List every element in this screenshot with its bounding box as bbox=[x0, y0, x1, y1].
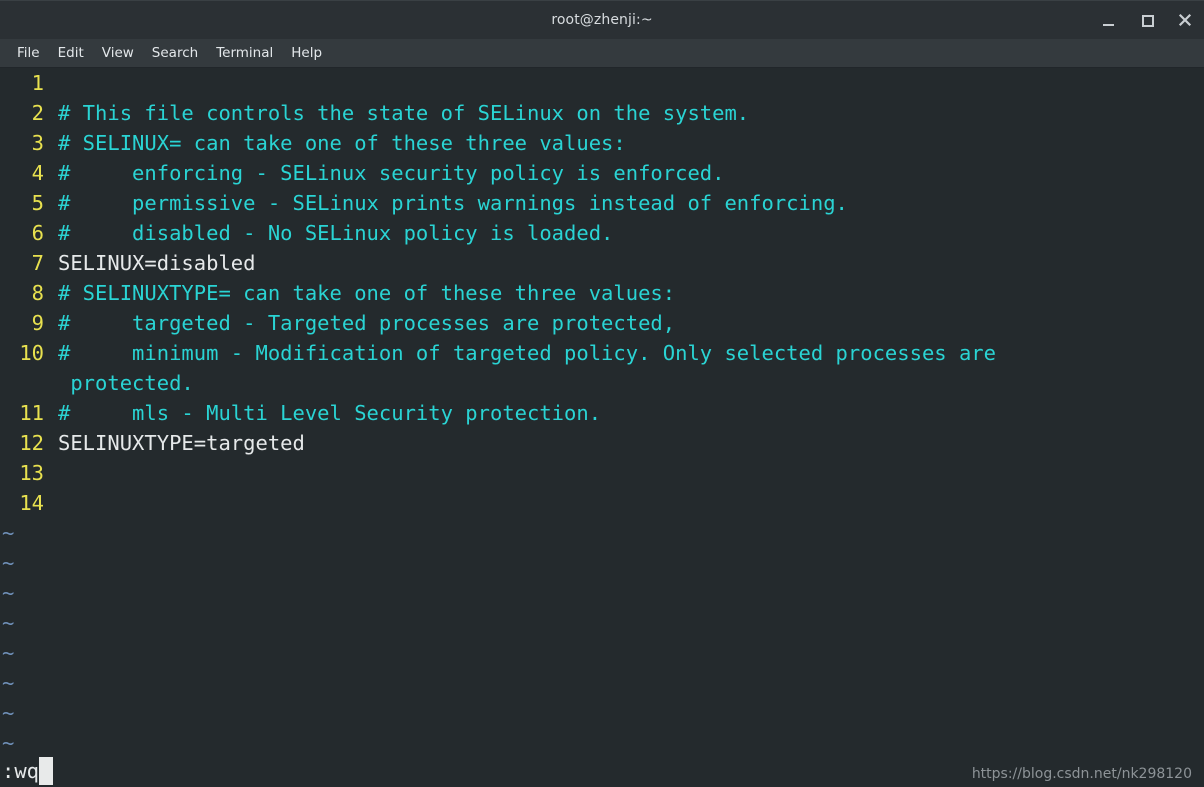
line-number: 7 bbox=[31, 251, 44, 275]
tilde-icon: ~ bbox=[2, 581, 15, 605]
line-number: 8 bbox=[31, 281, 44, 305]
title-bar[interactable]: root@zhenji:~ bbox=[0, 0, 1204, 39]
menu-item-file[interactable]: File bbox=[8, 42, 49, 64]
line-text: # disabled - No SELinux policy is loaded… bbox=[58, 221, 614, 245]
line-number: 14 bbox=[19, 491, 44, 515]
empty-line-marker: ~ bbox=[0, 728, 1204, 755]
window-title: root@zhenji:~ bbox=[551, 12, 653, 28]
line-text: # permissive - SELinux prints warnings i… bbox=[58, 191, 848, 215]
line-number: 9 bbox=[31, 311, 44, 335]
editor-line[interactable]: protected. bbox=[0, 368, 1204, 398]
editor-line[interactable]: 3 # SELINUX= can take one of these three … bbox=[0, 128, 1204, 158]
vim-command-text: :wq bbox=[2, 759, 40, 783]
empty-line-marker: ~ bbox=[0, 698, 1204, 728]
editor-line[interactable]: 10 # minimum - Modification of targeted p… bbox=[0, 338, 1204, 368]
editor-line[interactable]: 1 bbox=[0, 68, 1204, 98]
menu-item-search[interactable]: Search bbox=[143, 42, 207, 64]
empty-line-marker: ~ bbox=[0, 638, 1204, 668]
line-text: SELINUXTYPE=targeted bbox=[58, 431, 305, 455]
menu-item-edit[interactable]: Edit bbox=[49, 42, 93, 64]
line-number: 11 bbox=[19, 401, 44, 425]
empty-line-marker: ~ bbox=[0, 668, 1204, 698]
editor-line[interactable]: 12 SELINUXTYPE=targeted bbox=[0, 428, 1204, 458]
tilde-icon: ~ bbox=[2, 521, 15, 545]
line-number: 5 bbox=[31, 191, 44, 215]
line-text: # SELINUXTYPE= can take one of these thr… bbox=[58, 281, 676, 305]
tilde-icon: ~ bbox=[2, 641, 15, 665]
tilde-icon: ~ bbox=[2, 701, 15, 725]
vim-status-line: :wq https://blog.csdn.net/nk298120 bbox=[0, 755, 1204, 787]
line-text: # This file controls the state of SELinu… bbox=[58, 101, 750, 125]
watermark-text: https://blog.csdn.net/nk298120 bbox=[971, 766, 1192, 782]
line-text: # minimum - Modification of targeted pol… bbox=[58, 341, 996, 365]
editor-line[interactable]: 4 # enforcing - SELinux security policy i… bbox=[0, 158, 1204, 188]
text-cursor bbox=[39, 757, 54, 785]
empty-line-marker: ~ bbox=[0, 578, 1204, 608]
editor-line[interactable]: 9 # targeted - Targeted processes are pro… bbox=[0, 308, 1204, 338]
editor-line[interactable]: 13 bbox=[0, 458, 1204, 488]
tilde-icon: ~ bbox=[2, 671, 15, 695]
menu-item-terminal[interactable]: Terminal bbox=[207, 42, 282, 64]
menu-item-view[interactable]: View bbox=[93, 42, 143, 64]
maximize-icon[interactable] bbox=[1138, 11, 1156, 29]
line-text: # mls - Multi Level Security protection. bbox=[58, 401, 602, 425]
line-number: 3 bbox=[31, 131, 44, 155]
menu-item-help[interactable]: Help bbox=[282, 42, 331, 64]
editor-line[interactable]: 8 # SELINUXTYPE= can take one of these th… bbox=[0, 278, 1204, 308]
editor-line[interactable]: 14 bbox=[0, 488, 1204, 518]
tilde-icon: ~ bbox=[2, 611, 15, 635]
menu-bar: File Edit View Search Terminal Help bbox=[0, 39, 1204, 68]
empty-line-marker: ~ bbox=[0, 548, 1204, 578]
tilde-icon: ~ bbox=[2, 731, 15, 755]
line-number: 13 bbox=[19, 461, 44, 485]
line-text: # targeted - Targeted processes are prot… bbox=[58, 311, 676, 335]
terminal-screen[interactable]: 1 2 # This file controls the state of SELi… bbox=[0, 68, 1204, 755]
line-number: 10 bbox=[19, 341, 44, 365]
empty-line-marker: ~ bbox=[0, 518, 1204, 548]
editor-buffer: 1 2 # This file controls the state of SELi… bbox=[0, 68, 1204, 755]
line-number: 1 bbox=[31, 71, 44, 95]
close-icon[interactable] bbox=[1176, 11, 1194, 29]
empty-line-marker: ~ bbox=[0, 608, 1204, 638]
window-controls bbox=[1100, 1, 1194, 39]
line-number: 6 bbox=[31, 221, 44, 245]
terminal-window: root@zhenji:~ File Edit View Search Term… bbox=[0, 0, 1204, 787]
line-text: # SELINUX= can take one of these three v… bbox=[58, 131, 626, 155]
vim-command-line[interactable]: :wq bbox=[0, 757, 54, 785]
minimize-icon[interactable] bbox=[1100, 11, 1118, 29]
line-number: 12 bbox=[19, 431, 44, 455]
editor-line[interactable]: 2 # This file controls the state of SELin… bbox=[0, 98, 1204, 128]
line-text: # enforcing - SELinux security policy is… bbox=[58, 161, 725, 185]
line-number: 2 bbox=[31, 101, 44, 125]
editor-line[interactable]: 5 # permissive - SELinux prints warnings … bbox=[0, 188, 1204, 218]
tilde-icon: ~ bbox=[2, 551, 15, 575]
line-text: protected. bbox=[58, 371, 194, 395]
editor-line[interactable]: 11 # mls - Multi Level Security protectio… bbox=[0, 398, 1204, 428]
line-text: SELINUX=disabled bbox=[58, 251, 256, 275]
line-number: 4 bbox=[31, 161, 44, 185]
editor-line[interactable]: 7 SELINUX=disabled bbox=[0, 248, 1204, 278]
editor-line[interactable]: 6 # disabled - No SELinux policy is loade… bbox=[0, 218, 1204, 248]
